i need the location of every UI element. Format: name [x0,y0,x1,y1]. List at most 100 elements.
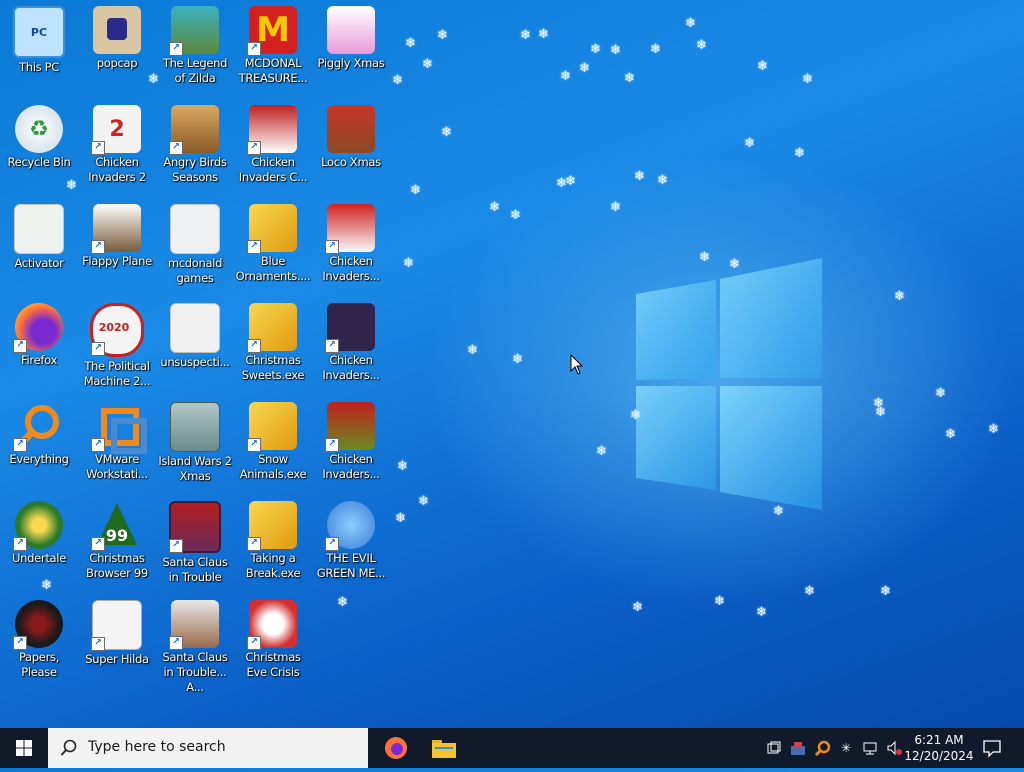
shortcut-arrow-icon: ↗ [91,438,105,452]
desktop-icon-papers-please[interactable]: ↗ Papers, Please [0,596,78,692]
desktop-icon-label: Island Wars 2 Xmas [158,454,232,483]
snowflake-icon: ❄ [988,422,999,437]
desktop-icon-undertale[interactable]: ↗ Undertale [0,497,78,593]
desktop-icon-santa-claus-in-trouble-again[interactable]: ↗ Santa Claus in Trouble... A... [156,596,234,694]
shortcut-arrow-icon: ↗ [325,240,339,254]
desktop-icon-popcap[interactable]: popcap [78,2,156,98]
search-icon [60,739,77,756]
desktop-icon-christmas-eve-crisis[interactable]: ↗ Christmas Eve Crisis [234,596,312,692]
action-center-button[interactable] [980,736,1004,760]
messenger-icon: ↗ [325,501,375,551]
desktop-icon-label: This PC [18,60,60,74]
santa-icon: ↗ [169,600,219,650]
desktop-icon-unsuspecti[interactable]: unsuspecti... [156,299,234,395]
desktop-icon-political-machine[interactable]: 2020 ↗ The Political Machine 2... [78,299,156,395]
desktop-icon-label: popcap [96,56,138,70]
desktop-icon-mcdonal-treasure[interactable]: M ↗ MCDONAL TREASURE... [234,2,312,98]
desktop-icon-blue-ornaments[interactable]: ↗ Blue Ornaments.... [234,200,312,296]
desktop-icon-taking-a-break[interactable]: ↗ Taking a Break.exe [234,497,312,593]
pig-icon [327,6,375,54]
snowflake-icon: ❄ [337,595,348,610]
puzzle-icon: ↗ [247,303,297,353]
desktop-icon-everything[interactable]: ↗ Everything [0,398,78,494]
puzzle-icon: ↗ [247,204,297,254]
desktop-icon-label: Angry Birds Seasons [163,155,227,184]
desktop-icon-legend-of-zilda[interactable]: ↗ The Legend of Zilda [156,2,234,98]
desktop-icon-chicken-invaders-c[interactable]: ↗ Chicken Invaders C... [234,101,312,197]
desktop-icon-this-pc[interactable]: PC This PC [0,2,78,98]
snowflake-icon: ❄ [467,343,478,358]
desktop-icon-vmware[interactable]: ↗ VMware Workstati... [78,398,156,494]
desktop-icon-piggly-xmas[interactable]: Piggly Xmas [312,2,390,98]
notification-icon [983,740,1001,758]
network-icon[interactable] [862,740,878,756]
snowflake-tray-icon[interactable]: ✳ [838,740,854,756]
desktop-icon-label: Christmas Sweets.exe [241,353,305,382]
snowflake-icon: ❄ [560,69,571,84]
desktop-icon-angry-birds-seasons[interactable]: ↗ Angry Birds Seasons [156,101,234,197]
desktop-icon-chicken-invaders-2[interactable]: 2 ↗ Chicken Invaders 2 [78,101,156,197]
shortcut-arrow-icon: ↗ [169,141,183,155]
desktop-icon-label: Chicken Invaders... [322,254,380,283]
plane-icon: ↗ [91,204,141,254]
desktop-icon-label: The Legend of Zilda [162,56,228,85]
snowflake-icon: ❄ [714,594,725,609]
desktop-icon-label: Chicken Invaders C... [238,155,308,184]
shortcut-arrow-icon: ↗ [247,141,261,155]
shortcut-arrow-icon: ↗ [247,537,261,551]
desktop-icon-super-hilda[interactable]: ↗ Super Hilda [78,596,156,692]
snowflake-icon: ❄ [510,208,521,223]
taskbar-app-firefox[interactable] [372,728,420,768]
task-view-icon[interactable] [766,740,782,756]
shortcut-arrow-icon: ↗ [91,637,105,651]
snowflake-icon: ❄ [405,36,416,51]
desktop-icon-loco-xmas[interactable]: Loco Xmas [312,101,390,197]
snowflake-icon: ❄ [437,28,448,43]
shortcut-arrow-icon: ↗ [169,42,183,56]
desktop-icon-label: Snow Animals.exe [239,452,307,481]
desktop-icon-label: THE EVIL GREEN ME... [316,551,386,580]
desktop-icon-chicken-invaders-3[interactable]: ↗ Chicken Invaders... [312,200,390,296]
desktop-icon-label: mcdonald games [167,256,223,285]
desktop-icon-the-evil-green-me[interactable]: ↗ THE EVIL GREEN ME... [312,497,390,593]
taskbar-app-file-explorer[interactable] [420,728,468,768]
desktop-icon-label: Everything [9,452,69,466]
desktop-icon-snow-animals[interactable]: ↗ Snow Animals.exe [234,398,312,494]
desktop-icon-label: Loco Xmas [321,155,381,169]
desktop-icon-christmas-browser-99[interactable]: 99 ↗ Christmas Browser 99 [78,497,156,593]
desktop-icon-label: Chicken Invaders 2 [88,155,146,184]
snowflake-icon: ❄ [418,494,429,509]
desktop-icon-chicken-invaders-4[interactable]: ↗ Chicken Invaders... [312,299,390,395]
mouse-cursor-icon [570,354,584,375]
chicken-icon: ↗ [325,402,375,452]
folder-icon [93,6,141,54]
desktop-icon-santa-claus-in-trouble[interactable]: ↗ Santa Claus in Trouble [156,497,234,593]
snowflake-icon: ❄ [397,459,408,474]
desktop-icon-activator[interactable]: Activator [0,200,78,296]
snowflake-icon: ❄ [696,38,707,53]
file-icon [14,204,64,254]
desktop-icon-label: Christmas Eve Crisis [245,650,301,679]
snowflake-icon: ❄ [945,427,956,442]
desktop-icon-chicken-invaders-5[interactable]: ↗ Chicken Invaders... [312,398,390,494]
desktop-icon-label: Blue Ornaments.... [235,254,311,283]
desktop-icon-flappy-plane[interactable]: ↗ Flappy Plane [78,200,156,296]
desktop-icon-label: Santa Claus in Trouble... A... [162,650,228,694]
desktop-icon-mcdonald-games[interactable]: mcdonald games [156,200,234,296]
shortcut-arrow-icon: ↗ [91,240,105,254]
desktop-icon-island-wars-2-xmas[interactable]: Island Wars 2 Xmas [156,398,234,494]
network-tray-app-icon[interactable] [790,740,806,756]
snowflake-icon: ❄ [699,250,710,265]
taskbar-clock[interactable]: 6:21 AM 12/20/2024 [904,732,974,764]
desktop-icon-firefox[interactable]: ↗ Firefox [0,299,78,395]
desktop-icon-recycle-bin[interactable]: ♻ Recycle Bin [0,101,78,197]
desktop-icon-label: VMware Workstati... [86,452,148,481]
volume-muted-icon[interactable] [886,740,902,756]
snowflake-icon: ❄ [802,72,813,87]
start-button[interactable] [0,728,48,768]
desktop-icon-christmas-sweets[interactable]: ↗ Christmas Sweets.exe [234,299,312,395]
snowflake-icon: ❄ [773,504,784,519]
taskbar-search-box[interactable]: Type here to search [48,728,368,768]
everything-tray-icon[interactable] [814,740,831,757]
desktop-icon-label: unsuspecti... [160,355,230,369]
